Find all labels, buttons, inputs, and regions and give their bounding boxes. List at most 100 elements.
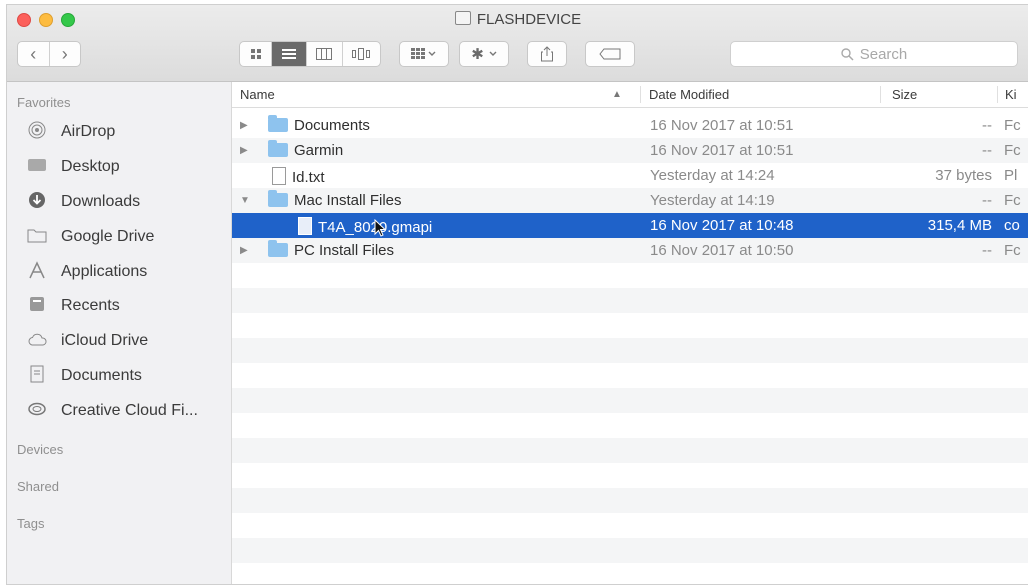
file-date: 16 Nov 2017 at 10:51 [650, 142, 794, 159]
search-placeholder: Search [859, 45, 908, 63]
airdrop-icon [27, 121, 47, 144]
sidebar-item-documents[interactable]: Documents [27, 362, 142, 390]
file-size: -- [982, 192, 992, 209]
column-view-icon[interactable] [307, 42, 343, 66]
file-size: -- [982, 142, 992, 159]
tags-button[interactable] [585, 41, 635, 67]
list-view-icon[interactable] [272, 42, 307, 66]
empty-row [232, 338, 1028, 363]
cloud-icon [27, 332, 47, 351]
file-size: -- [982, 117, 992, 134]
empty-row [232, 488, 1028, 513]
column-name[interactable]: Name [240, 87, 275, 102]
file-name: Documents [294, 117, 370, 134]
sidebar-item-desktop[interactable]: Desktop [27, 153, 120, 181]
file-date: 16 Nov 2017 at 10:50 [650, 242, 794, 259]
sidebar-item-label: Documents [61, 367, 142, 384]
file-kind: Pl [1004, 167, 1018, 184]
sidebar-item-airdrop[interactable]: AirDrop [27, 118, 115, 146]
empty-row [232, 438, 1028, 463]
sidebar-item-label: iCloud Drive [61, 332, 149, 349]
disclosure-triangle-icon[interactable]: ▶ [240, 245, 248, 256]
action-button[interactable]: ✱ [459, 41, 509, 67]
back-forward-control: ‹ › [17, 41, 81, 67]
title-bar: FLASHDEVICE ‹ › ✱ Search [7, 5, 1028, 82]
cover-flow-icon[interactable] [343, 42, 380, 66]
window-title: FLASHDEVICE [7, 11, 1028, 28]
file-date: 16 Nov 2017 at 10:48 [650, 217, 794, 234]
sidebar-item-icloud-drive[interactable]: iCloud Drive [27, 327, 148, 355]
shared-header: Shared [17, 479, 59, 494]
share-button[interactable] [527, 41, 567, 67]
file-rows: ▶ Documents 16 Nov 2017 at 10:51 -- Fc ▶… [232, 113, 1028, 584]
tags-header: Tags [17, 516, 45, 531]
list-item[interactable]: ▶ Garmin 16 Nov 2017 at 10:51 -- Fc [232, 138, 1028, 163]
sidebar-item-google-drive[interactable]: Google Drive [27, 223, 154, 251]
drive-icon [454, 11, 471, 25]
search-input[interactable]: Search [730, 41, 1018, 67]
creative-cloud-icon [27, 402, 47, 421]
disclosure-triangle-icon[interactable]: ▶ [240, 120, 248, 131]
list-item[interactable]: ▶ Documents 16 Nov 2017 at 10:51 -- Fc [232, 113, 1028, 138]
desktop-icon [27, 157, 47, 178]
file-kind: Fc [1004, 117, 1021, 134]
disclosure-triangle-icon[interactable]: ▶ [240, 145, 248, 156]
sidebar-item-label: Desktop [61, 158, 120, 175]
list-item[interactable]: ▼ Mac Install Files Yesterday at 14:19 -… [232, 188, 1028, 213]
sidebar-item-label: AirDrop [61, 123, 116, 140]
column-date-modified[interactable]: Date Modified [649, 87, 729, 102]
empty-row [232, 513, 1028, 538]
gear-icon: ✱ [471, 46, 484, 63]
gmapi-file-icon [298, 217, 312, 235]
file-kind: Fc [1004, 192, 1021, 209]
empty-row [232, 563, 1028, 584]
folder-icon [268, 240, 288, 257]
icon-view-icon[interactable] [240, 42, 273, 66]
file-size: -- [982, 242, 992, 259]
chevron-down-icon [489, 51, 497, 56]
devices-header: Devices [17, 442, 64, 457]
sidebar: Favorites AirDrop Desktop Downloads Goog… [7, 82, 232, 584]
arrange-button[interactable] [399, 41, 449, 67]
column-kind[interactable]: Ki [1005, 87, 1017, 102]
sidebar-item-recents[interactable]: Recents [27, 292, 120, 320]
empty-row [232, 263, 1028, 288]
empty-row [232, 538, 1028, 563]
back-button[interactable]: ‹ [18, 42, 50, 66]
sidebar-item-downloads[interactable]: Downloads [27, 188, 140, 216]
documents-icon [27, 365, 47, 388]
sidebar-item-label: Downloads [61, 193, 141, 210]
file-list: Name ▲ Date Modified Size Ki ▶ Documents… [232, 82, 1028, 584]
file-date: 16 Nov 2017 at 10:51 [650, 117, 794, 134]
list-item[interactable]: ▶ PC Install Files 16 Nov 2017 at 10:50 … [232, 238, 1028, 263]
folder-icon [27, 227, 47, 248]
empty-row [232, 313, 1028, 338]
search-icon [841, 47, 854, 61]
view-mode-control [239, 41, 381, 67]
empty-row [232, 388, 1028, 413]
arrange-grid-icon [411, 48, 436, 59]
folder-icon [268, 115, 288, 132]
file-name: Mac Install Files [294, 192, 402, 209]
share-icon [541, 46, 553, 62]
list-item-selected[interactable]: T4A_8020.gmapi 16 Nov 2017 at 10:48 315,… [232, 213, 1028, 238]
sidebar-item-label: Recents [61, 297, 120, 314]
sidebar-item-applications[interactable]: Applications [27, 258, 147, 286]
list-item[interactable]: Id.txt Yesterday at 14:24 37 bytes Pl [232, 163, 1028, 188]
sidebar-item-label: Applications [61, 263, 148, 280]
empty-row [232, 288, 1028, 313]
file-name: Garmin [294, 142, 344, 159]
disclosure-triangle-icon[interactable]: ▼ [240, 195, 250, 206]
file-kind: Fc [1004, 142, 1021, 159]
column-size[interactable]: Size [892, 87, 917, 102]
sidebar-item-creative-cloud[interactable]: Creative Cloud Fi... [27, 397, 198, 425]
forward-button[interactable]: › [50, 42, 81, 66]
sort-ascending-icon: ▲ [612, 89, 622, 100]
empty-row [232, 413, 1028, 438]
file-kind: Fc [1004, 242, 1021, 259]
recents-icon [27, 295, 47, 318]
column-header: Name ▲ Date Modified Size Ki [232, 82, 1028, 108]
file-date: Yesterday at 14:24 [650, 167, 775, 184]
empty-row [232, 363, 1028, 388]
favorites-header: Favorites [17, 95, 71, 110]
